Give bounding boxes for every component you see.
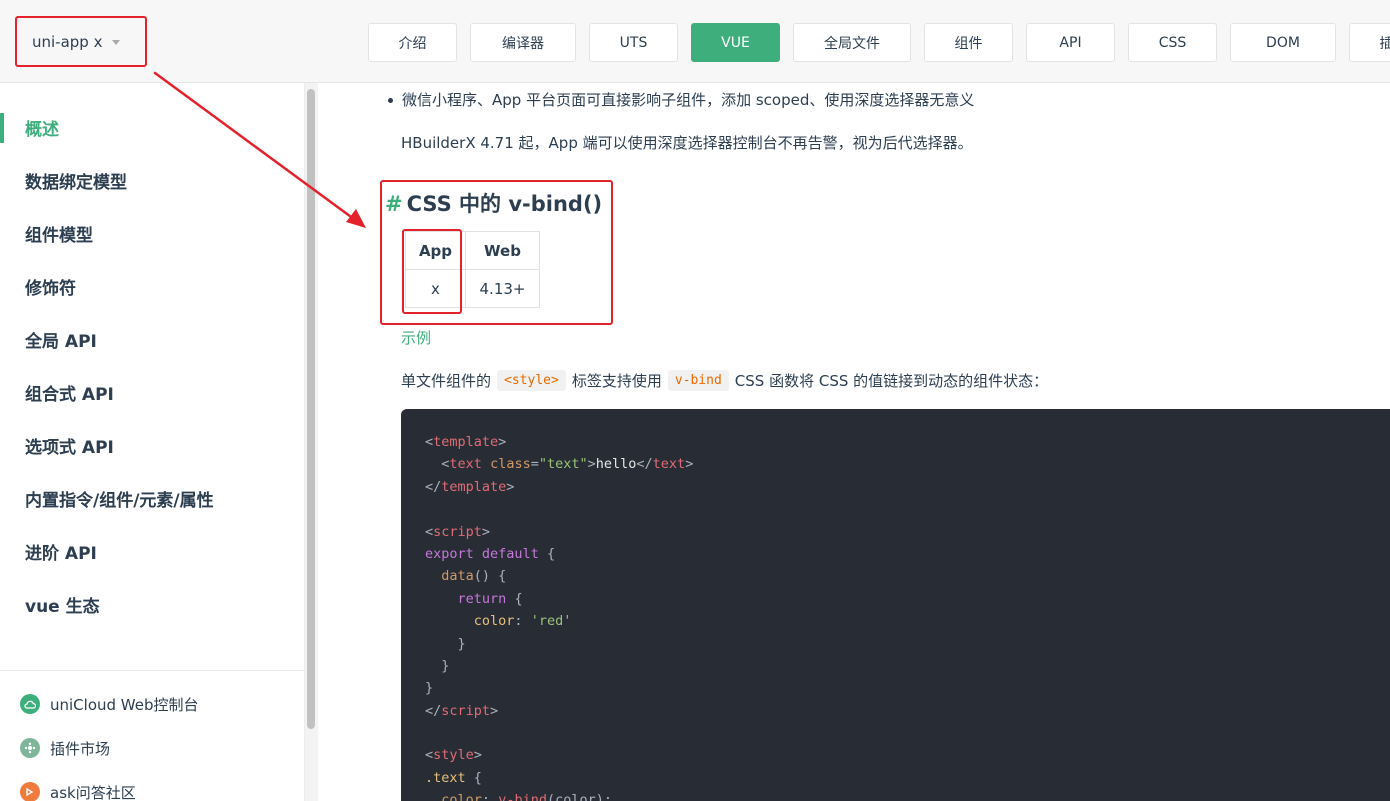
tab-7[interactable]: CSS xyxy=(1128,23,1217,62)
chevron-down-icon xyxy=(112,40,121,45)
tab-0[interactable]: 介绍 xyxy=(368,23,457,62)
paragraph-text: 单文件组件的 xyxy=(401,372,492,390)
sidebar: 概述 数据绑定模型 组件模型 修饰符 全局 API 组合式 API 选项式 API 内置指令/… xyxy=(0,83,318,801)
tab-6[interactable]: API xyxy=(1026,23,1115,62)
sidebar-item-1[interactable]: 数据绑定模型 xyxy=(0,154,304,207)
paragraph-text: CSS 函数将 CSS 的值链接到动态的组件状态： xyxy=(734,372,1049,390)
example-link[interactable]: 示例 xyxy=(401,327,431,348)
annotation-highlight-app-column xyxy=(402,229,462,314)
list-item: 微信小程序、App 平台页面可直接影响子组件，添加 scoped、使用深度选择器… xyxy=(387,91,975,109)
sidebar-item-7[interactable]: 内置指令/组件/元素/属性 xyxy=(0,472,304,525)
tab-8[interactable]: DOM xyxy=(1230,23,1336,62)
tab-5[interactable]: 组件 xyxy=(924,23,1013,62)
sidebar-link-2[interactable]: ask问答社区 xyxy=(20,770,199,801)
sidebar-item-9[interactable]: vue 生态 xyxy=(0,578,304,631)
sidebar-link-label: 插件市场 xyxy=(50,739,111,758)
sidebar-scrollbar-thumb[interactable] xyxy=(307,89,315,729)
product-selector[interactable]: uni-app x xyxy=(15,16,147,67)
plugin-market-icon xyxy=(20,738,40,758)
product-selector-label: uni-app x xyxy=(32,32,103,51)
nav-tabs: 介绍编译器 UTS VUE 全局文件组件 API CSS DOM 插件 xyxy=(368,23,1390,62)
paragraph-text: 标签支持使用 xyxy=(571,372,662,390)
inline-code: v-bind xyxy=(667,370,729,391)
sidebar-link-1[interactable]: 插件市场 xyxy=(20,726,199,770)
sidebar-item-0[interactable]: 概述 xyxy=(0,101,304,154)
code-block[interactable]: <template> <text class="text">hello</tex… xyxy=(401,409,1390,801)
sidebar-item-6[interactable]: 选项式 API xyxy=(0,419,304,472)
paragraph: 单文件组件的 <style> 标签支持使用 v-bind CSS 函数将 CSS… xyxy=(401,370,1048,391)
sidebar-item-3[interactable]: 修饰符 xyxy=(0,260,304,313)
paragraph: HBuilderX 4.71 起，App 端可以使用深度选择器控制台不再告警，视… xyxy=(401,134,973,152)
cloud-icon xyxy=(20,694,40,714)
tab-9[interactable]: 插件 xyxy=(1349,23,1390,62)
sidebar-link-label: uniCloud Web控制台 xyxy=(50,695,199,714)
tab-4[interactable]: 全局文件 xyxy=(793,23,911,62)
inline-code: <style> xyxy=(497,370,566,391)
sidebar-item-8[interactable]: 进阶 API xyxy=(0,525,304,578)
tab-2[interactable]: UTS xyxy=(589,23,678,62)
sidebar-external-links: uniCloud Web控制台 插件市场 ask问答社区 xyxy=(20,682,199,801)
tab-1[interactable]: 编译器 xyxy=(470,23,576,62)
ask-community-icon xyxy=(20,782,40,801)
sidebar-item-4[interactable]: 全局 API xyxy=(0,313,304,366)
tab-3[interactable]: VUE xyxy=(691,23,780,62)
sidebar-link-0[interactable]: uniCloud Web控制台 xyxy=(20,682,199,726)
sidebar-item-2[interactable]: 组件模型 xyxy=(0,207,304,260)
top-navbar: uni-app x 介绍编译器 UTS VUE 全局文件组件 API CSS DOM 插件 xyxy=(0,0,1390,83)
sidebar-divider xyxy=(0,670,304,671)
sidebar-nav: 概述 数据绑定模型 组件模型 修饰符 全局 API 组合式 API 选项式 API 内置指令/… xyxy=(0,101,304,631)
sidebar-link-label: ask问答社区 xyxy=(50,783,136,801)
sidebar-item-5[interactable]: 组合式 API xyxy=(0,366,304,419)
